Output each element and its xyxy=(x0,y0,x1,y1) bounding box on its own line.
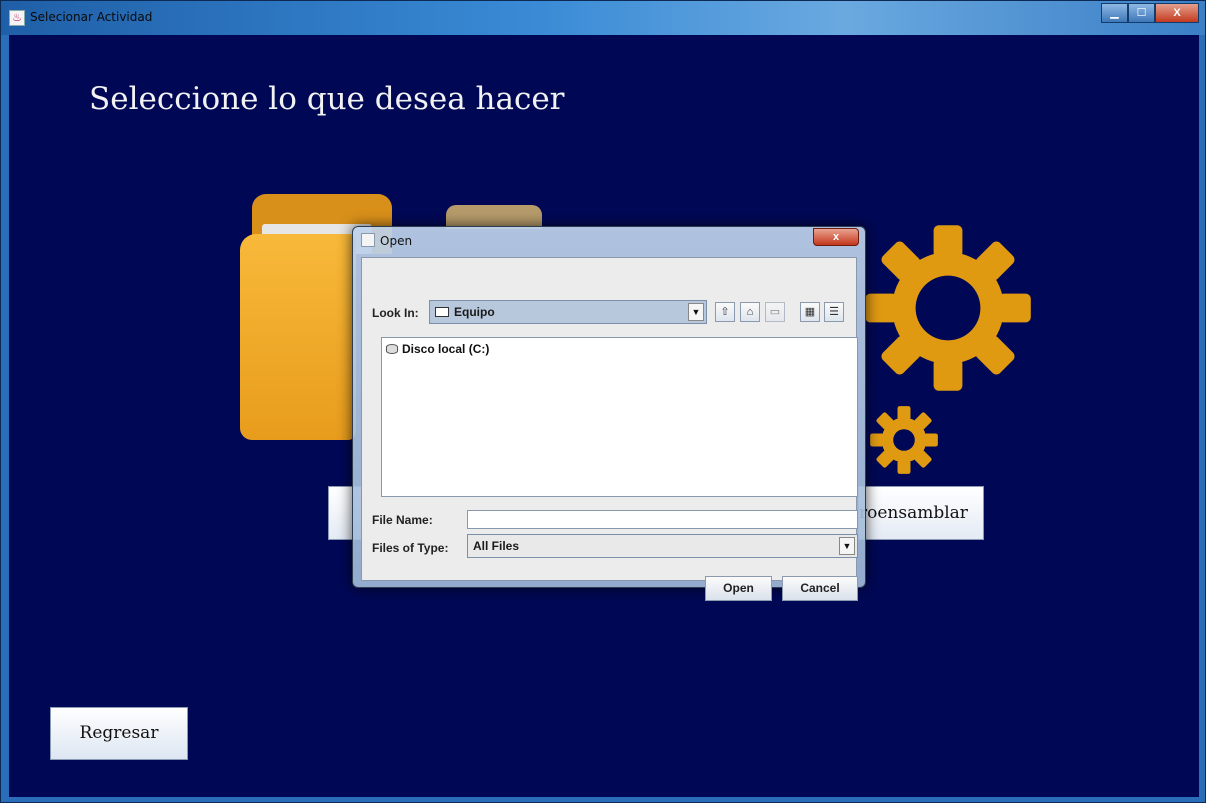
window-title: Selecionar Actividad xyxy=(30,10,153,24)
maximize-button[interactable]: ☐ xyxy=(1128,3,1155,23)
java-app-icon: ♨ xyxy=(9,10,25,26)
look-in-value: Equipo xyxy=(454,305,495,319)
chevron-down-icon[interactable]: ▼ xyxy=(688,303,704,321)
minimize-button[interactable]: ▁ xyxy=(1101,3,1128,23)
java-dialog-icon xyxy=(361,233,375,247)
dialog-body: Look In: Equipo ▼ ⇧ ⌂ ▭ ▦ ☰ Disco local … xyxy=(361,257,858,601)
files-of-type-combo[interactable]: All Files ▼ xyxy=(467,534,858,558)
title-bar[interactable]: ♨ Selecionar Actividad ▁ ☐ X xyxy=(1,1,1205,35)
files-of-type-label: Files of Type: xyxy=(372,541,449,555)
drive-icon xyxy=(386,344,398,354)
dialog-close-button[interactable]: x xyxy=(813,228,859,246)
back-button[interactable]: Regresar xyxy=(50,707,188,760)
dialog-title: Open xyxy=(380,234,413,248)
files-of-type-value: All Files xyxy=(473,539,520,553)
new-folder-icon[interactable]: ▭ xyxy=(765,302,785,322)
look-in-label: Look In: xyxy=(372,306,419,320)
window-controls: ▁ ☐ X xyxy=(1101,3,1199,25)
list-view-icon[interactable]: ▦ xyxy=(800,302,820,322)
gear-large-icon[interactable] xyxy=(858,218,1038,398)
look-in-combo[interactable]: Equipo ▼ xyxy=(429,300,707,324)
home-icon[interactable]: ⌂ xyxy=(740,302,760,322)
up-folder-icon[interactable]: ⇧ xyxy=(715,302,735,322)
file-name-label: File Name: xyxy=(372,513,433,527)
file-list[interactable]: Disco local (C:) xyxy=(381,337,858,497)
open-file-dialog: Open x Look In: Equipo ▼ ⇧ ⌂ ▭ ▦ ☰ Disco… xyxy=(352,226,866,601)
assemble-button[interactable]: roensamblar xyxy=(858,486,984,540)
chevron-down-icon[interactable]: ▼ xyxy=(839,537,855,555)
cancel-button[interactable]: Cancel xyxy=(782,576,858,601)
open-button[interactable]: Open xyxy=(705,576,772,601)
gear-small-icon xyxy=(870,406,938,474)
page-heading: Seleccione lo que desea hacer xyxy=(89,81,565,117)
file-name-input[interactable] xyxy=(467,510,858,529)
details-view-icon[interactable]: ☰ xyxy=(824,302,844,322)
file-item-label: Disco local (C:) xyxy=(402,342,490,356)
folder-small-icon xyxy=(435,307,449,317)
folder-front xyxy=(240,234,356,440)
list-item[interactable]: Disco local (C:) xyxy=(386,342,489,356)
close-button[interactable]: X xyxy=(1155,3,1199,23)
